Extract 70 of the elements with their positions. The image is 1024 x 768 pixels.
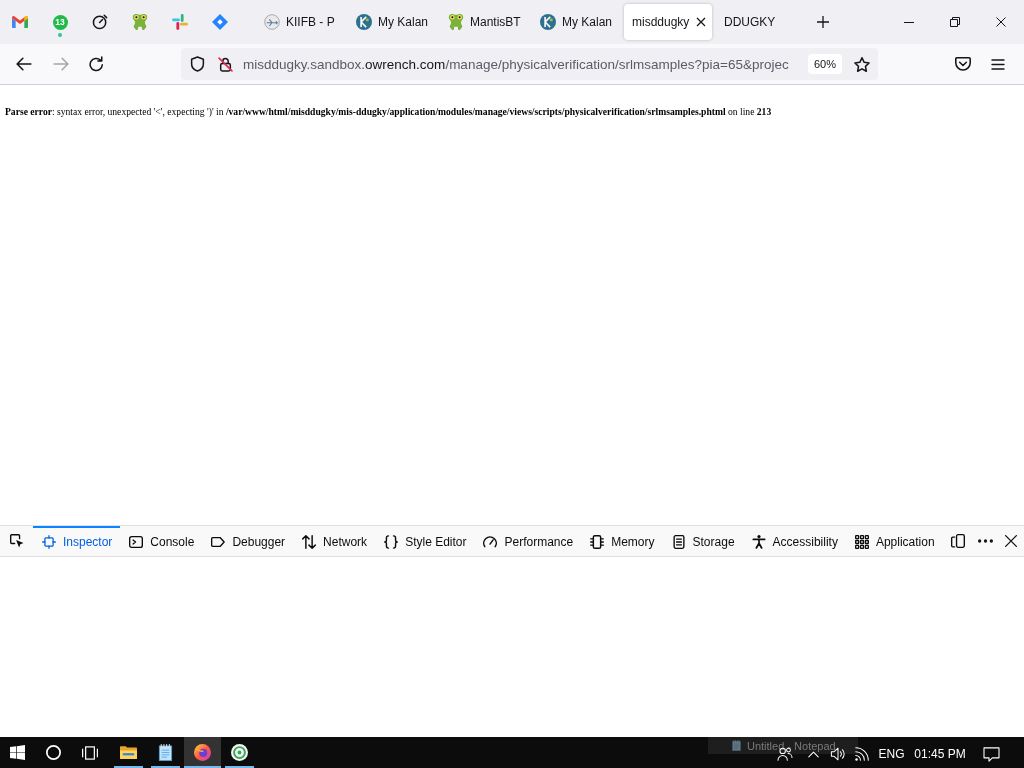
mail-icon [12,14,28,30]
devices-icon[interactable] [951,534,965,548]
devtools-tab[interactable]: Performance [474,526,582,556]
notification-center-icon[interactable] [983,746,1000,762]
notepad-icon [157,744,174,761]
gauge-icon [483,535,498,549]
notepad-icon [732,740,741,751]
close-icon[interactable] [996,17,1006,27]
pocket-icon[interactable] [955,57,971,71]
devtools-tab[interactable]: Console [120,526,203,556]
chevron-up-icon[interactable] [807,750,819,758]
restore-icon[interactable] [950,17,960,27]
star-icon[interactable] [854,56,870,72]
ring-logo-icon [231,744,248,761]
braces-icon [384,535,399,549]
windows-logo-icon[interactable] [9,745,25,760]
search-circle-icon[interactable] [45,745,61,760]
terminal-icon [129,535,144,549]
wifi-icon[interactable] [855,747,869,761]
devtools-tab[interactable]: Storage [662,526,743,556]
arrows-up-down-icon [302,535,317,549]
minimize-icon[interactable] [904,21,914,23]
lock-slash-icon[interactable] [218,56,233,72]
devtools-tab[interactable]: Style Editor [375,526,475,556]
devtools-tab[interactable]: Application [845,526,943,556]
zoom-level-button[interactable]: 60% [807,54,842,74]
browser-tab[interactable]: misddugky [624,4,712,40]
stopwatch-icon [92,14,108,30]
language-indicator[interactable]: ENG [878,747,905,761]
clock[interactable]: 01:45 PM [914,747,966,761]
globe-plane-icon [264,14,280,30]
close-icon[interactable] [1005,535,1017,547]
devtools-tab[interactable]: Debugger [202,526,294,556]
reload-icon[interactable] [89,56,104,72]
error-message: Parse error: syntax error, unexpected '<', expecting ')' in /var/www/html/misddugky/mis-ddugky/application/modules/manage/views/scripts/physicalverification/srlmsamples.phtml on line 213 [5,106,772,117]
round-logo-icon [194,744,211,761]
task-view-icon[interactable] [82,745,98,760]
grid-icon [854,535,869,549]
devtools-tab[interactable]: Accessibility [742,526,846,556]
circle-logo-icon [540,14,556,30]
taskbar-app[interactable] [184,737,221,768]
preview-title: Untitled - Notepad [747,739,836,752]
chip-icon [590,535,605,549]
menu-icon[interactable] [990,58,1006,70]
hash-logo-icon [172,14,188,30]
browser-tab[interactable]: MantisBT [440,4,528,40]
browser-tab[interactable]: My Kalan [348,4,436,40]
devtools-tab[interactable]: Memory [581,526,663,556]
bug-face-icon [132,14,148,30]
browser-tab[interactable]: DDUGKY [716,4,804,40]
shield-icon[interactable] [190,56,205,72]
address-field[interactable]: misddugky.sandbox.owrench.com/manage/physicalverification/srlmsamples?pia=65&projec 60% [181,48,878,80]
element-picker-icon[interactable] [9,534,24,548]
browser-tab[interactable]: KIIFB - P [256,4,344,40]
back-icon[interactable] [16,57,32,71]
plus-icon[interactable] [817,16,829,28]
browser-tab[interactable]: My Kalan [532,4,620,40]
square-target-icon [42,535,56,549]
devtools-tab[interactable]: Network [293,526,376,556]
close-icon[interactable] [696,17,706,27]
folder-icon [120,744,137,761]
tag-icon [211,535,226,549]
more-icon[interactable] [978,539,993,543]
url-text: misddugky.sandbox.owrench.com/manage/physicalverification/srlmsamples?pia=65&projec [243,56,790,72]
bug-face-icon [448,14,464,30]
document-icon [671,535,686,549]
unread-count-badge: 13 [52,14,68,30]
diamond-icon [212,14,228,30]
person-icon [751,535,766,549]
circle-logo-icon [356,14,372,30]
